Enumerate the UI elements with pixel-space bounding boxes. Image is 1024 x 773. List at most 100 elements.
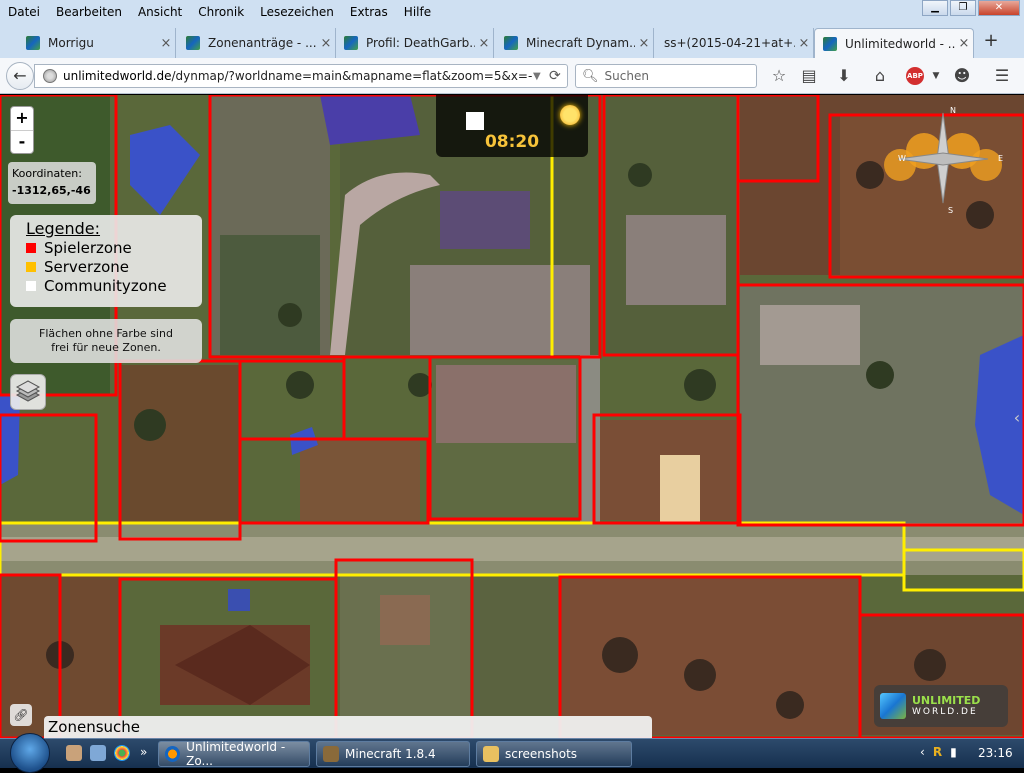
legend-swatch-yellow: [26, 261, 36, 272]
taskbar-item-firefox[interactable]: Unlimitedworld - Zo...: [158, 740, 310, 768]
moon-icon: [466, 112, 484, 130]
chat-icon[interactable]: ☻: [950, 65, 974, 87]
tab-zonenantraege[interactable]: Zonenanträge - ... ×: [178, 28, 336, 58]
tray-expand-icon[interactable]: ‹: [920, 745, 925, 759]
network-icon[interactable]: ▮: [950, 745, 957, 759]
legend-swatch-red: [26, 242, 36, 253]
url-dropdown-icon[interactable]: ▼: [533, 71, 549, 82]
tab-label: Morrigu: [48, 36, 94, 50]
tab-close-icon[interactable]: ×: [795, 36, 813, 51]
adblock-icon[interactable]: ABP: [906, 67, 924, 85]
free-areas-note: Flächen ohne Farbe sind frei für neue Zo…: [10, 319, 202, 363]
tab-favicon-icon: [186, 36, 200, 50]
search-bar[interactable]: 🔍︎ Suchen: [575, 64, 757, 88]
menu-hilfe[interactable]: Hilfe: [396, 5, 439, 19]
logo-text: UNLIMITED: [912, 694, 981, 707]
start-button[interactable]: [10, 733, 50, 773]
legend-item-player-zone: Spielerzone: [26, 238, 186, 257]
clock-time: 08:20: [484, 132, 540, 152]
globe-icon: [43, 69, 57, 83]
link-icon[interactable]: 🔗︎: [10, 704, 32, 726]
compass-w: W: [898, 154, 906, 163]
windows-taskbar: » Unlimitedworld - Zo... Minecraft 1.8.4…: [0, 733, 1024, 773]
legend-title: Legende:: [26, 219, 101, 238]
legend-item-community-zone: Communityzone: [26, 276, 186, 295]
tab-favicon-icon: [504, 36, 518, 50]
dynmap-viewport[interactable]: + - Koordinaten: -1312,65,-46 Legende: S…: [0, 95, 1024, 738]
legend-label: Serverzone: [44, 257, 129, 276]
compass-icon: N E S W: [884, 106, 1003, 215]
url-host: unlimitedworld.de: [63, 69, 172, 83]
tab-unlimitedworld[interactable]: Unlimitedworld - ... ×: [814, 28, 974, 58]
maximize-button[interactable]: ❐: [950, 0, 976, 16]
compass-n: N: [950, 106, 956, 115]
zone-search-panel[interactable]: Zonensuche: [44, 716, 652, 738]
tab-close-icon[interactable]: ×: [157, 36, 175, 51]
tab-minecraft-dynmap[interactable]: Minecraft Dynam... ×: [496, 28, 654, 58]
taskbar-item-minecraft[interactable]: Minecraft 1.8.4: [316, 741, 470, 767]
tab-favicon-icon: [344, 36, 358, 50]
tab-strip: Morrigu × Zonenanträge - ... × Profil: D…: [0, 24, 1024, 58]
reload-icon[interactable]: ⟳: [549, 68, 567, 84]
day-night-clock: 08:20: [436, 95, 588, 157]
home-icon[interactable]: ⌂: [868, 65, 892, 87]
logo-cube-icon: [880, 693, 906, 719]
tab-label: Unlimitedworld - ...: [845, 36, 955, 51]
tab-label: ss+(2015-04-21+at+...: [664, 36, 795, 50]
coordinates-value: -1312,65,-46: [12, 184, 91, 197]
download-icon[interactable]: ⬇: [832, 65, 856, 87]
window-controls: ▁ ❐ ✕: [920, 0, 1020, 16]
close-window-button[interactable]: ✕: [978, 0, 1020, 16]
tab-close-icon[interactable]: ×: [955, 36, 973, 51]
taskbar-item-screenshots[interactable]: screenshots: [476, 741, 632, 767]
search-placeholder[interactable]: Suchen: [605, 69, 649, 83]
zoom-in-button[interactable]: +: [11, 107, 33, 130]
sidebar-collapse-button[interactable]: ‹: [1010, 395, 1024, 441]
quicklaunch-overflow-icon[interactable]: »: [140, 745, 147, 759]
reading-list-icon[interactable]: ▤: [797, 65, 821, 87]
menu-chronik[interactable]: Chronik: [190, 5, 252, 19]
minimize-button[interactable]: ▁: [922, 0, 948, 16]
legend-swatch-white: [26, 280, 36, 291]
url-text[interactable]: unlimitedworld.de/dynmap/?worldname=main…: [63, 69, 533, 83]
minecraft-icon: [323, 746, 339, 762]
chrome-quicklaunch-icon[interactable]: [114, 745, 130, 761]
url-bar[interactable]: unlimitedworld.de/dynmap/?worldname=main…: [34, 64, 568, 88]
legend-item-server-zone: Serverzone: [26, 257, 186, 276]
unlimitedworld-logo: UNLIMITED WORLD.DE: [874, 685, 1008, 727]
menu-lesezeichen[interactable]: Lesezeichen: [252, 5, 342, 19]
tab-screenshot[interactable]: ss+(2015-04-21+at+... ×: [656, 28, 814, 58]
search-icon: 🔍︎: [582, 68, 599, 84]
media-quicklaunch-icon[interactable]: [90, 745, 106, 761]
taskbar-clock[interactable]: 23:16: [978, 746, 1013, 760]
tab-close-icon[interactable]: ×: [475, 36, 493, 51]
tab-favicon-icon: [823, 36, 837, 51]
taskbar-label: Unlimitedworld - Zo...: [186, 740, 286, 768]
free-note-line: frei für neue Zonen.: [51, 341, 161, 354]
menu-ansicht[interactable]: Ansicht: [130, 5, 190, 19]
star-icon[interactable]: ☆: [767, 65, 791, 87]
adblock-dropdown-icon[interactable]: ▼: [924, 65, 948, 87]
tab-favicon-icon: [26, 36, 40, 50]
back-button[interactable]: ←: [6, 62, 34, 90]
hamburger-menu-icon[interactable]: ☰: [990, 65, 1014, 87]
zoom-out-button[interactable]: -: [11, 130, 33, 153]
menu-datei[interactable]: Datei: [0, 5, 48, 19]
new-tab-button[interactable]: +: [978, 30, 1004, 52]
tray-r-icon[interactable]: R: [933, 745, 942, 759]
tab-morrigu[interactable]: Morrigu ×: [18, 28, 176, 58]
tab-close-icon[interactable]: ×: [317, 36, 335, 51]
menu-bearbeiten[interactable]: Bearbeiten: [48, 5, 130, 19]
legend-label: Communityzone: [44, 276, 167, 295]
layers-icon: [15, 380, 41, 402]
taskbar-label: Minecraft 1.8.4: [345, 747, 436, 761]
map-terrain[interactable]: [0, 95, 1024, 738]
tab-close-icon[interactable]: ×: [635, 36, 653, 51]
system-tray: ‹ R ▮: [920, 745, 965, 759]
tab-label: Zonenanträge - ...: [208, 36, 317, 50]
layers-button[interactable]: [10, 374, 46, 410]
legend-panel: Legende: Spielerzone Serverzone Communit…: [10, 215, 202, 307]
explorer-quicklaunch-icon[interactable]: [66, 745, 82, 761]
menu-extras[interactable]: Extras: [342, 5, 396, 19]
tab-profil[interactable]: Profil: DeathGarb... ×: [336, 28, 494, 58]
